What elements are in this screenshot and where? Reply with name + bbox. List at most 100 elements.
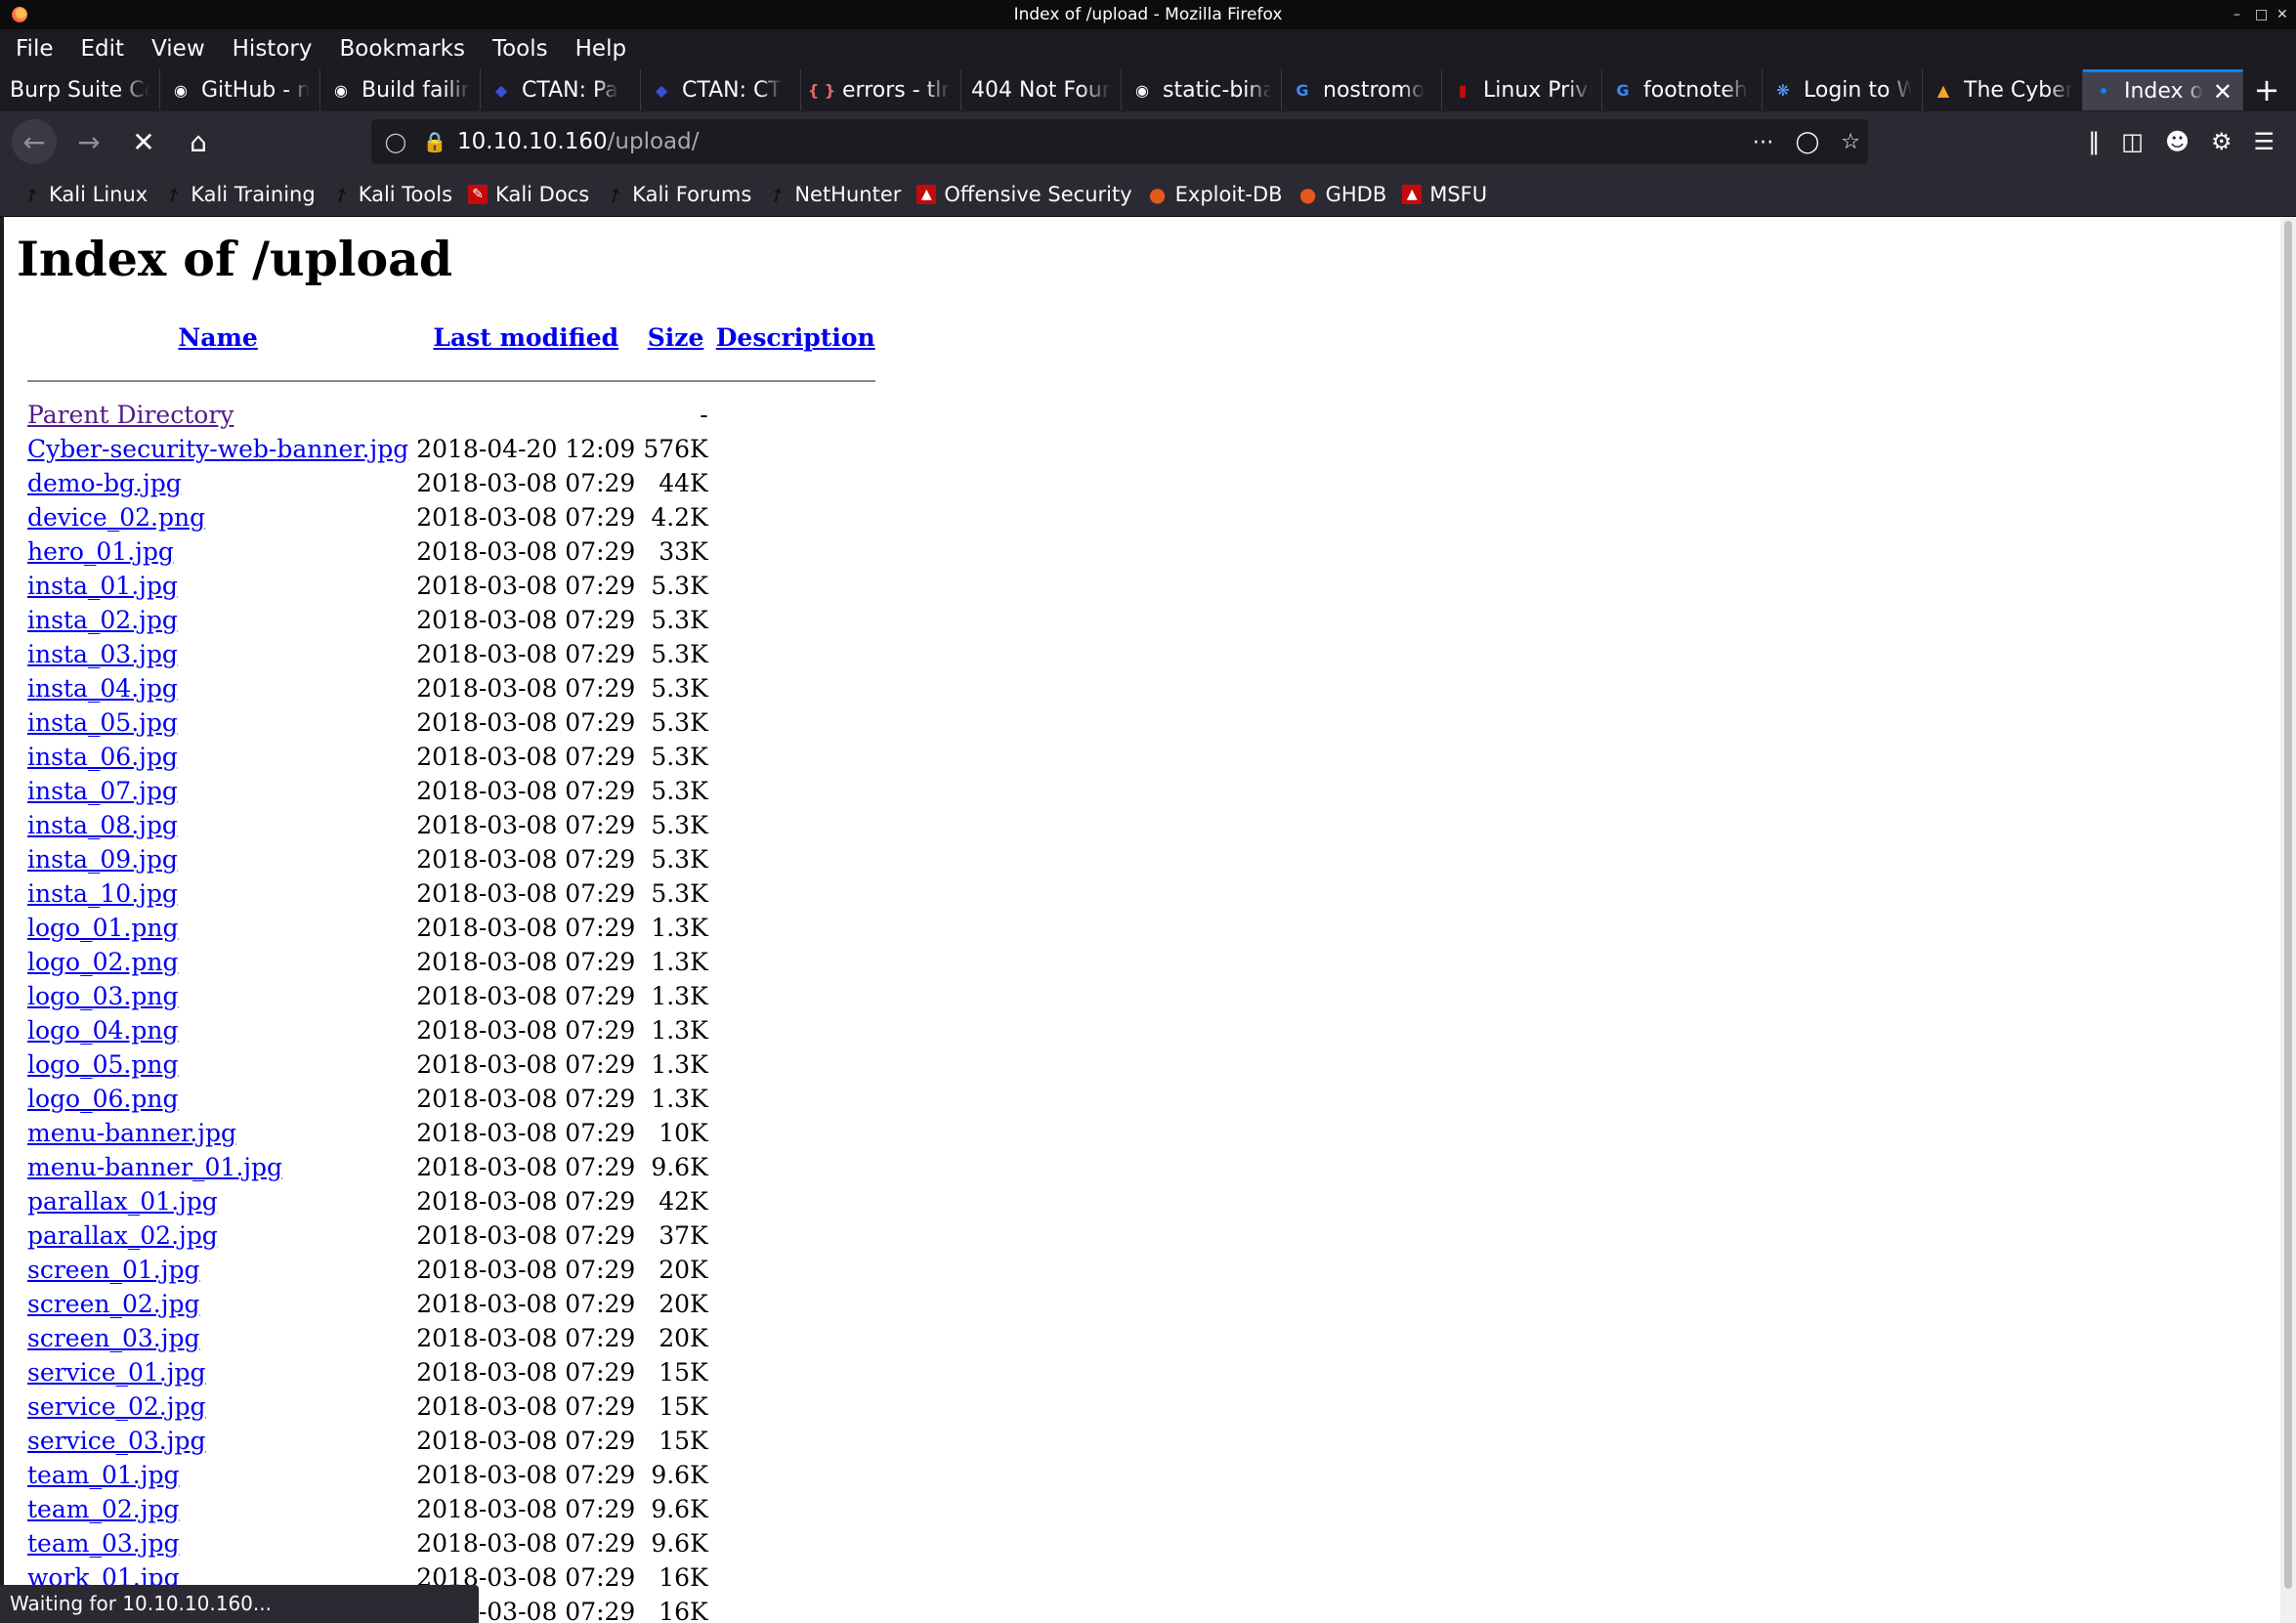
file-link[interactable]: screen_03.jpg bbox=[27, 1324, 200, 1352]
bookmark-7[interactable]: ● Exploit-DB bbox=[1148, 183, 1283, 206]
close-tab-icon[interactable]: ✕ bbox=[2207, 78, 2232, 106]
menu-tools[interactable]: Tools bbox=[492, 36, 548, 62]
menu-help[interactable]: Help bbox=[575, 36, 626, 62]
file-link[interactable]: insta_06.jpg bbox=[27, 743, 178, 771]
file-link[interactable]: hero_01.jpg bbox=[27, 537, 174, 566]
tab-8[interactable]: Gnostromo bbox=[1282, 69, 1442, 110]
new-tab-button[interactable]: + bbox=[2245, 71, 2288, 108]
forward-button[interactable]: → bbox=[66, 119, 111, 164]
bookmark-6[interactable]: ▲ Offensive Security bbox=[916, 182, 1132, 206]
account-icon[interactable]: ☻ bbox=[2165, 128, 2190, 155]
file-link[interactable]: insta_03.jpg bbox=[27, 640, 178, 668]
table-row: screen_01.jpg 2018-03-08 07:29 20K bbox=[23, 1253, 879, 1287]
maximize-icon[interactable]: □ bbox=[2255, 0, 2268, 29]
file-link[interactable]: Cyber-security-web-banner.jpg bbox=[27, 435, 408, 463]
sort-by-size-link[interactable]: Size bbox=[648, 323, 704, 352]
sort-by-name-link[interactable]: Name bbox=[178, 323, 257, 352]
file-link[interactable]: parallax_01.jpg bbox=[27, 1187, 218, 1216]
file-link[interactable]: logo_03.png bbox=[27, 982, 178, 1010]
file-link[interactable]: logo_05.png bbox=[27, 1050, 178, 1079]
file-link[interactable]: insta_04.jpg bbox=[27, 674, 178, 703]
sort-by-modified-link[interactable]: Last modified bbox=[433, 323, 618, 352]
file-link[interactable]: logo_06.png bbox=[27, 1085, 178, 1113]
bookmark-0[interactable]: ➚ Kali Linux bbox=[19, 180, 148, 208]
tab-7[interactable]: ◉ static-bina bbox=[1122, 69, 1282, 110]
file-link[interactable]: service_02.jpg bbox=[27, 1392, 206, 1421]
bookmark-1[interactable]: ➚ Kali Training bbox=[160, 180, 316, 208]
file-link[interactable]: insta_10.jpg bbox=[27, 879, 178, 908]
file-size: 20K bbox=[659, 1290, 708, 1318]
file-modified: 2018-03-08 07:29 bbox=[416, 1290, 636, 1318]
file-link[interactable]: service_03.jpg bbox=[27, 1427, 206, 1455]
stop-button[interactable]: ✕ bbox=[121, 119, 166, 164]
pocket-icon[interactable]: ◯ bbox=[1796, 130, 1820, 154]
file-link[interactable]: insta_05.jpg bbox=[27, 708, 178, 737]
menu-edit[interactable]: Edit bbox=[81, 36, 125, 62]
back-button[interactable]: ← bbox=[12, 119, 57, 164]
file-link[interactable]: screen_01.jpg bbox=[27, 1256, 200, 1284]
file-link[interactable]: insta_02.jpg bbox=[27, 606, 178, 634]
tab-2[interactable]: ◉ Build failin bbox=[320, 69, 481, 110]
tab-0[interactable]: Burp Suite Co bbox=[0, 69, 160, 110]
tab-10[interactable]: Gfootnoteh bbox=[1602, 69, 1763, 110]
hamburger-menu-icon[interactable]: ☰ bbox=[2253, 128, 2275, 155]
tab-1[interactable]: ◉ GitHub - n bbox=[160, 69, 320, 110]
file-link[interactable]: device_02.png bbox=[27, 503, 205, 532]
minimize-icon[interactable]: – bbox=[2233, 0, 2240, 29]
page-scrollbar[interactable] bbox=[2280, 217, 2296, 1623]
file-link[interactable]: parallax_02.jpg bbox=[27, 1221, 218, 1250]
file-link[interactable]: menu-banner.jpg bbox=[27, 1119, 236, 1147]
tab-5[interactable]: { } errors - tlr bbox=[801, 69, 961, 110]
bookmark-label: Kali Forums bbox=[632, 182, 752, 206]
menu-history[interactable]: History bbox=[233, 36, 313, 62]
home-button[interactable]: ⌂ bbox=[176, 119, 221, 164]
file-link[interactable]: team_02.jpg bbox=[27, 1495, 179, 1523]
bookmark-star-icon[interactable]: ☆ bbox=[1841, 130, 1860, 154]
tab-3[interactable]: ◆ CTAN: Pa bbox=[481, 69, 641, 110]
bookmark-2[interactable]: ➚ Kali Tools bbox=[327, 180, 452, 208]
file-size: 5.3K bbox=[651, 845, 708, 874]
file-link[interactable]: menu-banner_01.jpg bbox=[27, 1153, 282, 1181]
tab-9[interactable]: ▮ Linux Privi bbox=[1442, 69, 1602, 110]
tab-11[interactable]: ❋ Login to W bbox=[1763, 69, 1923, 110]
file-link[interactable]: team_03.jpg bbox=[27, 1529, 179, 1558]
file-link[interactable]: insta_09.jpg bbox=[27, 845, 178, 874]
scrollbar-thumb[interactable] bbox=[2284, 221, 2292, 1589]
page-actions-icon[interactable]: ⋯ bbox=[1753, 130, 1774, 154]
menu-bookmarks[interactable]: Bookmarks bbox=[339, 36, 465, 62]
library-icon[interactable]: ‖ bbox=[2088, 128, 2100, 155]
menu-view[interactable]: View bbox=[151, 36, 205, 62]
file-link[interactable]: logo_04.png bbox=[27, 1016, 178, 1045]
bookmark-4[interactable]: ➚ Kali Forums bbox=[602, 180, 752, 208]
file-link[interactable]: insta_07.jpg bbox=[27, 777, 178, 805]
bookmark-3[interactable]: ✎ Kali Docs bbox=[468, 183, 589, 206]
close-window-icon[interactable]: ✕ bbox=[2276, 0, 2288, 29]
file-link[interactable]: demo-bg.jpg bbox=[27, 469, 182, 497]
tab-12[interactable]: ▲ The Cyber bbox=[1923, 69, 2083, 110]
file-link[interactable]: service_01.jpg bbox=[27, 1358, 206, 1387]
table-row: insta_05.jpg 2018-03-08 07:29 5.3K bbox=[23, 705, 879, 740]
file-link[interactable]: insta_01.jpg bbox=[27, 572, 178, 600]
file-size: 9.6K bbox=[651, 1153, 708, 1181]
tab-4[interactable]: ◆ CTAN: CT bbox=[641, 69, 801, 110]
sort-by-description-link[interactable]: Description bbox=[716, 323, 875, 352]
file-link[interactable]: insta_08.jpg bbox=[27, 811, 178, 839]
bookmark-5[interactable]: ➚ NetHunter bbox=[764, 180, 901, 208]
file-link[interactable]: team_01.jpg bbox=[27, 1461, 179, 1489]
bookmark-label: Offensive Security bbox=[944, 182, 1132, 206]
tab-6[interactable]: 404 Not Four bbox=[961, 69, 1122, 110]
tab-13[interactable]: • Index o ✕ bbox=[2083, 69, 2243, 110]
menu-file[interactable]: File bbox=[16, 36, 54, 62]
sidebar-icon[interactable]: ◫ bbox=[2121, 128, 2144, 155]
file-size: 20K bbox=[659, 1256, 708, 1284]
file-link[interactable]: screen_02.jpg bbox=[27, 1290, 200, 1318]
bookmark-9[interactable]: ▲ MSFU bbox=[1402, 183, 1487, 206]
file-link[interactable]: logo_01.png bbox=[27, 914, 178, 942]
file-link[interactable]: logo_02.png bbox=[27, 948, 178, 976]
insecure-lock-icon[interactable]: 🔒 bbox=[420, 130, 449, 153]
tracking-shield-icon[interactable]: ◯ bbox=[381, 130, 410, 153]
extensions-icon[interactable]: ⚙ bbox=[2211, 128, 2232, 155]
url-bar[interactable]: ◯ 🔒 10.10.10.160/upload/ ⋯ ◯ ☆ bbox=[371, 119, 1868, 164]
parent-directory-link[interactable]: Parent Directory bbox=[27, 401, 234, 429]
bookmark-8[interactable]: ● GHDB bbox=[1298, 183, 1386, 206]
